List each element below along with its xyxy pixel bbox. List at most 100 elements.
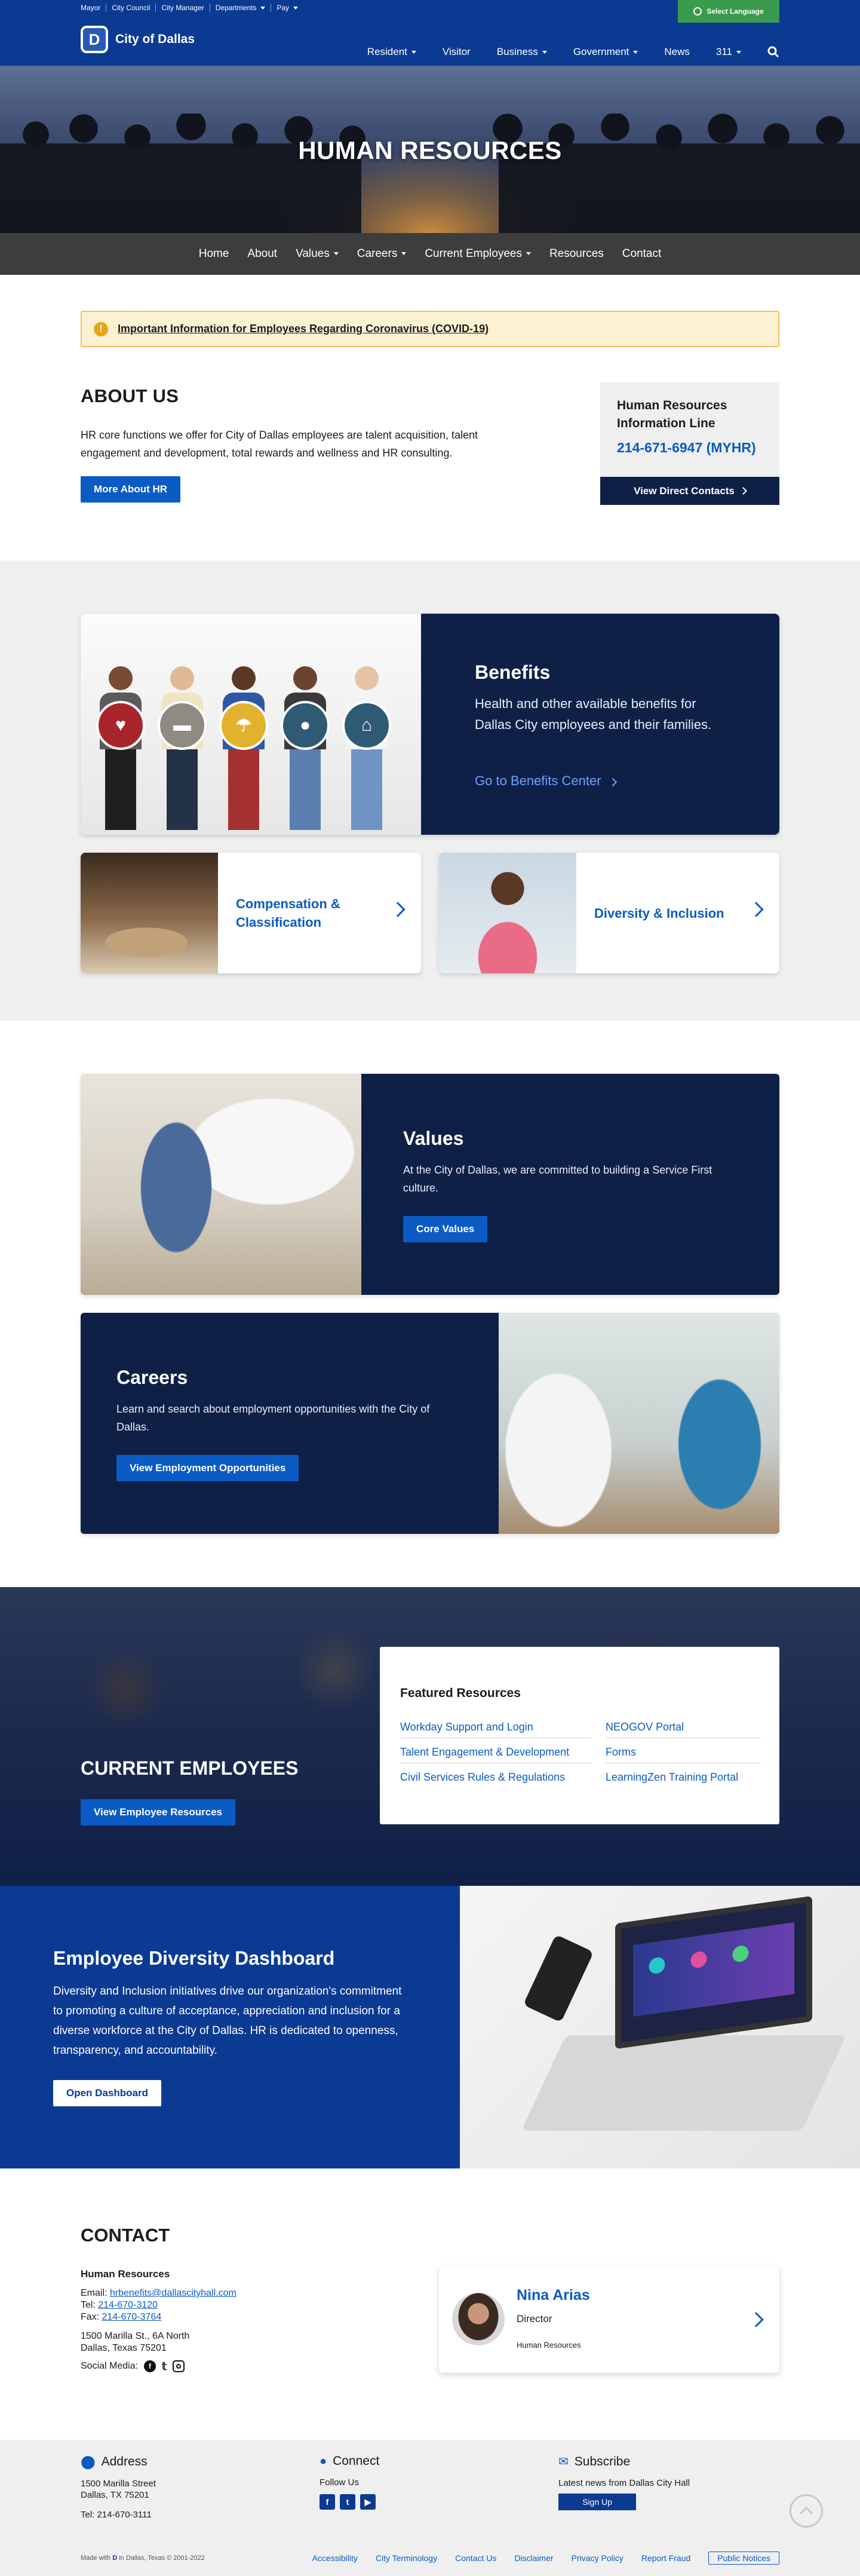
footer-link-report-fraud[interactable]: Report Fraud (641, 2553, 690, 2563)
footer-address-1: 1500 Marilla Street (81, 2479, 156, 2489)
featured-resources-box: Featured Resources Workday Support and L… (380, 1647, 779, 1824)
featured-link-civil-services[interactable]: Civil Services Rules & Regulations (400, 1766, 591, 1788)
benefits-card[interactable]: ♥ ▬ ☂ ● ⌂ Benefits Health and other avai… (81, 614, 779, 835)
chevron-down-icon (542, 51, 547, 54)
nav-resident[interactable]: Resident (367, 46, 416, 61)
section-nav-resources[interactable]: Resources (549, 247, 604, 261)
nav-government[interactable]: Government (573, 46, 638, 61)
utility-link-mayor[interactable]: Mayor (81, 3, 107, 12)
nav-311[interactable]: 311 (716, 46, 741, 61)
view-employee-resources-button[interactable]: View Employee Resources (81, 1799, 236, 1825)
contact-org: Human Resources (81, 2268, 170, 2280)
featured-link-workday[interactable]: Workday Support and Login (400, 1716, 591, 1738)
crowd-silhouette-image (0, 114, 860, 233)
values-panel: Values At the City of Dallas, we are com… (361, 1074, 779, 1295)
twitter-icon[interactable]: t (340, 2494, 355, 2510)
covid-alert-link[interactable]: Important Information for Employees Rega… (118, 323, 489, 335)
page-title: HUMAN RESOURCES (298, 136, 562, 164)
featured-link-forms[interactable]: Forms (606, 1741, 761, 1763)
utility-bar: Mayor City Council City Manager Departme… (0, 0, 860, 23)
chevron-down-icon (633, 51, 638, 54)
city-logo[interactable]: D City of Dallas (81, 26, 195, 53)
contact-fax-link[interactable]: 214-670-3764 (102, 2312, 162, 2322)
facebook-icon[interactable]: f (144, 2360, 156, 2372)
section-nav: Home About Values Careers Current Employ… (0, 233, 860, 275)
chevron-right-icon (739, 487, 747, 495)
footer-link-disclaimer[interactable]: Disclaimer (514, 2553, 553, 2563)
twitter-icon[interactable]: 𝕥 (162, 2360, 167, 2372)
featured-link-neogov[interactable]: NEOGOV Portal (606, 1716, 761, 1738)
site-footer: ⬤ Address 1500 Marilla Street Dallas, TX … (0, 2440, 860, 2576)
diverse-people-image (439, 853, 576, 973)
dashboard-title: Employee Diversity Dashboard (53, 1947, 335, 1969)
instagram-icon[interactable] (173, 2360, 185, 2372)
benefits-center-label: Go to Benefits Center (475, 773, 601, 788)
view-employment-button[interactable]: View Employment Opportunities (116, 1455, 299, 1481)
benefits-panel: Benefits Health and other available bene… (421, 614, 779, 835)
view-direct-contacts-button[interactable]: View Direct Contacts (600, 477, 779, 505)
compensation-card[interactable]: Compensation & Classification (81, 853, 421, 973)
section-nav-values[interactable]: Values (296, 247, 339, 261)
heartbeat-icon: ♥ (96, 701, 145, 750)
footer-tel: Tel: 214-670-3111 (81, 2510, 152, 2520)
utility-link-pay[interactable]: Pay (271, 4, 303, 12)
logo-text: City of Dallas (115, 32, 195, 46)
compensation-title: Compensation & Classification (236, 896, 340, 930)
featured-resources-title: Featured Resources (400, 1686, 521, 1700)
nav-visitor[interactable]: Visitor (443, 46, 471, 61)
open-dashboard-button[interactable]: Open Dashboard (53, 2080, 161, 2106)
featured-link-talent-engagement[interactable]: Talent Engagement & Development (400, 1741, 591, 1763)
utility-link-departments[interactable]: Departments (210, 3, 272, 12)
section-nav-current-employees-label: Current Employees (425, 247, 522, 260)
more-about-hr-button[interactable]: More About HR (81, 476, 181, 503)
footer-link-contact-us[interactable]: Contact Us (455, 2553, 496, 2563)
globe-icon (693, 7, 702, 16)
featured-link-learningzen[interactable]: LearningZen Training Portal (606, 1766, 761, 1788)
footer-link-city-terminology[interactable]: City Terminology (376, 2553, 437, 2563)
search-icon[interactable] (767, 46, 779, 61)
chevron-down-icon (526, 252, 531, 256)
info-line-phone[interactable]: 214-671-6947 (MYHR) (617, 440, 756, 456)
utility-link-city-council[interactable]: City Council (106, 3, 156, 12)
sign-up-button[interactable]: Sign Up (558, 2494, 636, 2510)
benefits-center-link[interactable]: Go to Benefits Center (475, 773, 617, 789)
warning-icon: ! (94, 321, 108, 336)
about-us: ABOUT US HR core functions we offer for … (81, 385, 535, 503)
dallas-logo-icon: D (81, 26, 108, 53)
chevron-down-icon (260, 6, 266, 10)
public-notices-button[interactable]: Public Notices (708, 2552, 779, 2565)
contact-tel-link[interactable]: 214-670-3120 (98, 2300, 158, 2310)
section-nav-home[interactable]: Home (199, 247, 229, 261)
back-to-top-button[interactable] (790, 2494, 823, 2528)
follow-us-label: Follow Us (320, 2477, 359, 2488)
tel-label: Tel: (81, 2300, 96, 2310)
contact-address-1: 1500 Marilla St., 6A North (81, 2331, 190, 2341)
footer-address-heading: Address (101, 2455, 148, 2468)
nav-business[interactable]: Business (497, 46, 547, 61)
section-nav-about[interactable]: About (247, 247, 277, 261)
nav-news[interactable]: News (664, 46, 690, 61)
section-nav-careers[interactable]: Careers (357, 247, 407, 261)
nav-business-label: Business (496, 46, 538, 57)
facebook-icon[interactable]: f (320, 2494, 335, 2510)
benefits-image: ♥ ▬ ☂ ● ⌂ (81, 614, 421, 835)
diversity-card[interactable]: Diversity & Inclusion (439, 853, 779, 973)
section-nav-careers-label: Careers (357, 247, 398, 260)
social-media-row: Social Media: f 𝕥 (81, 2360, 236, 2372)
core-values-button[interactable]: Core Values (403, 1216, 488, 1242)
utility-link-city-manager[interactable]: City Manager (156, 3, 210, 12)
footer-link-privacy-policy[interactable]: Privacy Policy (572, 2553, 624, 2563)
diversity-title: Diversity & Inclusion (594, 905, 724, 921)
section-nav-contact[interactable]: Contact (622, 247, 661, 261)
chevron-right-icon (608, 777, 617, 787)
utility-link-pay-label: Pay (277, 3, 290, 12)
umbrella-icon: ☂ (219, 701, 268, 750)
car-icon: ▬ (158, 701, 207, 750)
youtube-icon[interactable]: ▶ (360, 2494, 376, 2510)
meeting-whiteboard-image (81, 1074, 361, 1295)
director-card[interactable]: Nina Arias Director Human Resources (439, 2266, 779, 2373)
careers-panel: Careers Learn and search about employmen… (81, 1313, 499, 1534)
contact-email-link[interactable]: hrbenefits@dallascityhall.com (110, 2288, 236, 2298)
footer-link-accessibility[interactable]: Accessibility (312, 2553, 358, 2563)
section-nav-current-employees[interactable]: Current Employees (425, 247, 531, 261)
